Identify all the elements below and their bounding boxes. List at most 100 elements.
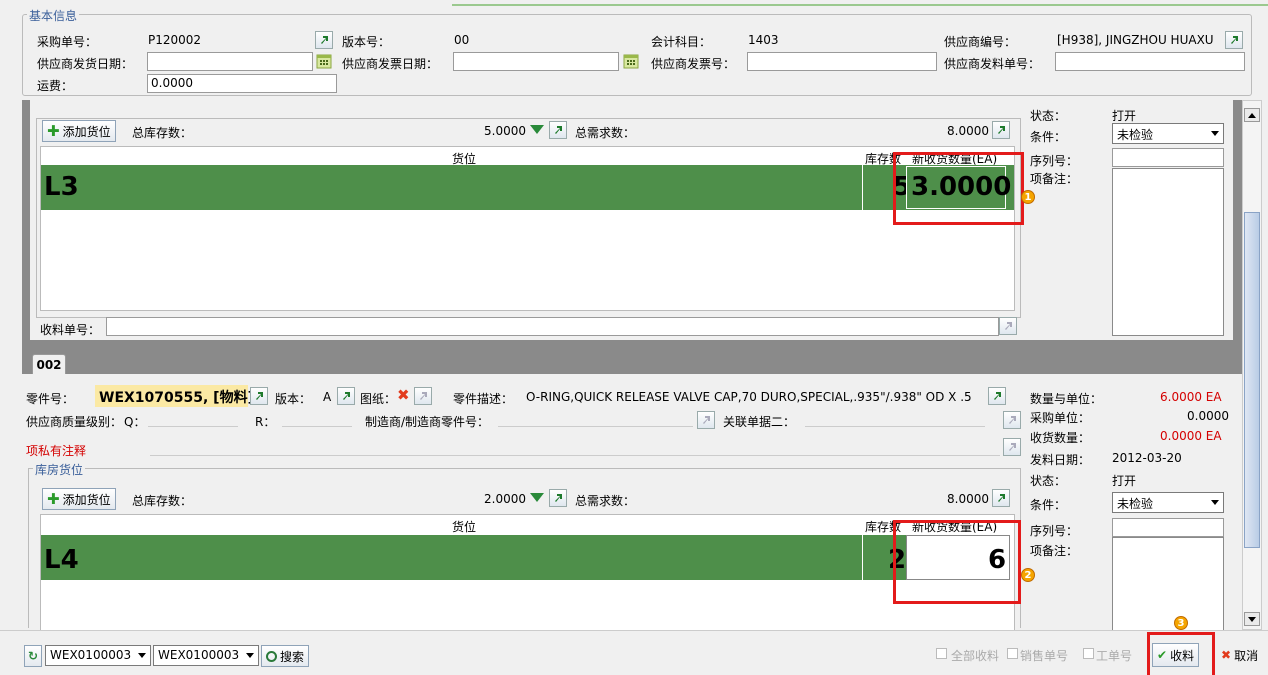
purchase-unit-value: 0.0000 bbox=[1187, 409, 1229, 423]
location-row-1[interactable] bbox=[41, 165, 1014, 210]
condition-select-2[interactable]: 未检验 bbox=[1112, 492, 1224, 513]
cancel-button[interactable]: ✖ 取消 bbox=[1216, 643, 1263, 667]
row-location: L3 bbox=[44, 172, 79, 202]
po-open-button[interactable] bbox=[315, 31, 333, 49]
close-icon[interactable]: ✖ bbox=[397, 386, 410, 404]
sales-no-checkbox[interactable] bbox=[1007, 648, 1018, 659]
note-open-button[interactable] bbox=[1003, 438, 1021, 456]
stock-open-button[interactable] bbox=[549, 121, 567, 139]
arrow-icon bbox=[555, 494, 562, 502]
filter-dropdown-icon[interactable] bbox=[529, 490, 545, 506]
freight-input[interactable]: 0.0000 bbox=[147, 74, 337, 93]
stock-open-button-2[interactable] bbox=[549, 489, 567, 507]
rev-label: 版本： bbox=[275, 392, 312, 406]
desc-value: O-RING,QUICK RELEASE VALVE CAP,70 DURO,S… bbox=[526, 390, 972, 404]
chevron-up-icon bbox=[1248, 112, 1256, 118]
total-demand-label: 总需求数： bbox=[575, 126, 636, 140]
refresh-icon: ↻ bbox=[27, 649, 39, 663]
sales-no-label: 销售单号 bbox=[1020, 649, 1069, 663]
calendar-icon[interactable] bbox=[622, 52, 640, 70]
po-value: P120002 bbox=[148, 33, 202, 47]
receipt-no-input[interactable] bbox=[106, 317, 999, 336]
quality-label: 供应商质量级别： bbox=[26, 415, 123, 429]
version-label: 版本号： bbox=[342, 35, 391, 49]
related-open-button[interactable] bbox=[1003, 411, 1021, 429]
condition-label: 条件： bbox=[1030, 130, 1067, 144]
row-location-2: L4 bbox=[44, 545, 79, 575]
add-location-button[interactable]: ✚ 添加货位 bbox=[42, 120, 116, 142]
work-no-label: 工单号 bbox=[1096, 649, 1133, 663]
total-stock-value: 5.0000 bbox=[484, 124, 526, 138]
part-open-button[interactable] bbox=[250, 387, 268, 405]
demand-open-button-2[interactable] bbox=[992, 489, 1010, 507]
drawing-label: 图纸： bbox=[360, 392, 397, 406]
condition-select[interactable]: 未检验 bbox=[1112, 123, 1224, 144]
all-receive-checkbox[interactable] bbox=[936, 648, 947, 659]
ship-date-label: 供应商发货日期： bbox=[37, 57, 134, 71]
remark-label-2: 项备注： bbox=[1030, 544, 1079, 558]
serial-input-2[interactable] bbox=[1112, 518, 1224, 537]
vendor-code-value: [H938], JINGZHOU HUAXU bbox=[1057, 33, 1214, 47]
invoice-date-input[interactable] bbox=[453, 52, 619, 71]
desc-open-button[interactable] bbox=[988, 387, 1006, 405]
scroll-down-button[interactable] bbox=[1244, 612, 1260, 626]
invoice-no-input[interactable] bbox=[747, 52, 937, 71]
total-demand-label-2: 总需求数： bbox=[575, 494, 636, 508]
scroll-thumb[interactable] bbox=[1244, 212, 1260, 548]
warehouse-legend: 库房货位 bbox=[33, 461, 86, 478]
vendor-code-label: 供应商编号： bbox=[944, 35, 1017, 49]
issue-date-label: 发料日期： bbox=[1030, 453, 1091, 467]
rev-open-button[interactable] bbox=[337, 387, 355, 405]
serial-label: 序列号： bbox=[1030, 154, 1079, 168]
arrow-icon bbox=[1009, 416, 1016, 424]
remark-textarea[interactable] bbox=[1112, 168, 1224, 336]
mfr-open-button[interactable] bbox=[697, 411, 715, 429]
arrow-icon bbox=[256, 392, 263, 400]
work-no-checkbox[interactable] bbox=[1083, 648, 1094, 659]
vendor-open-button[interactable] bbox=[1225, 31, 1243, 49]
chevron-down-icon bbox=[1211, 500, 1219, 505]
invoice-no-label: 供应商发票号： bbox=[651, 57, 736, 71]
issue-date-value: 2012-03-20 bbox=[1112, 451, 1182, 465]
scroll-up-button[interactable] bbox=[1244, 108, 1260, 122]
demand-open-button[interactable] bbox=[992, 121, 1010, 139]
status-value-2: 打开 bbox=[1112, 474, 1137, 488]
calendar-icon[interactable] bbox=[315, 52, 333, 70]
status-label: 状态： bbox=[1030, 109, 1067, 123]
serial-label-2: 序列号： bbox=[1030, 524, 1079, 538]
arrow-icon bbox=[321, 36, 328, 44]
ship-date-input[interactable] bbox=[147, 52, 313, 71]
all-receive-label: 全部收料 bbox=[951, 649, 1000, 663]
filter-select-1[interactable]: WEX0100003 bbox=[45, 645, 151, 666]
arrow-icon bbox=[998, 494, 1005, 502]
search-button[interactable]: 搜索 bbox=[261, 645, 310, 667]
arrow-icon bbox=[1005, 322, 1012, 330]
serial-input[interactable] bbox=[1112, 148, 1224, 167]
search-icon bbox=[266, 650, 277, 662]
receipt-open-button[interactable] bbox=[999, 317, 1017, 335]
account-label: 会计科目： bbox=[651, 35, 712, 49]
receipt-no-label: 收料单号： bbox=[40, 323, 101, 337]
add-location-button-2[interactable]: ✚ 添加货位 bbox=[42, 488, 116, 510]
location-row-2[interactable] bbox=[41, 535, 907, 580]
filter-select-2[interactable]: WEX0100003 bbox=[153, 645, 259, 666]
po-label: 采购单号： bbox=[37, 35, 98, 49]
freight-label: 运费： bbox=[37, 79, 74, 93]
badge-1: 1 bbox=[1021, 190, 1035, 204]
arrow-icon bbox=[1009, 443, 1016, 451]
badge-3: 3 bbox=[1174, 616, 1188, 630]
filter-dropdown-icon[interactable] bbox=[529, 122, 545, 138]
refresh-button[interactable]: ↻ bbox=[24, 645, 42, 667]
remark-textarea-2[interactable] bbox=[1112, 537, 1224, 630]
total-stock-label-2: 总库存数： bbox=[132, 494, 193, 508]
ship-no-input[interactable] bbox=[1055, 52, 1245, 71]
total-stock-value-2: 2.0000 bbox=[484, 492, 526, 506]
rev-value: A bbox=[323, 390, 332, 404]
highlight-box-1 bbox=[893, 152, 1024, 225]
desc-label: 零件描述： bbox=[453, 392, 514, 406]
purchase-unit-label: 采购单位： bbox=[1030, 411, 1091, 425]
arrow-icon bbox=[703, 416, 710, 424]
mfr-label: 制造商/制造商零件号： bbox=[365, 415, 490, 429]
tab-002[interactable]: 002 bbox=[32, 354, 66, 374]
drawing-open-button[interactable] bbox=[414, 387, 432, 405]
